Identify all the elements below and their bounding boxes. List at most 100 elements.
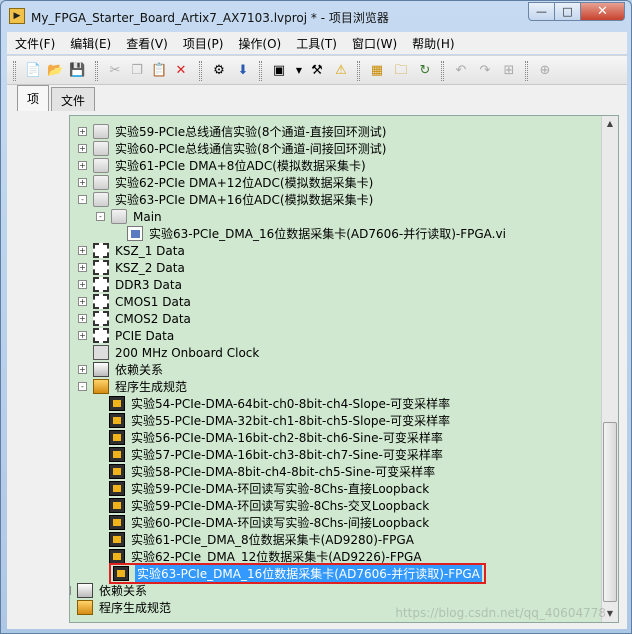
redo-icon[interactable]: ↷ [477,63,493,79]
tree-item[interactable]: + 实验61-PCIe DMA+8位ADC(模拟数据采集卡) [78,157,366,174]
tree-item[interactable]: + PCIE Data [78,327,174,344]
tree-item[interactable]: 实验63-PCIe_DMA_16位数据采集卡(AD7606-并行读取)-FPGA… [112,225,506,242]
toolbar-separator [357,61,360,81]
vertical-scrollbar[interactable]: ▲ ▼ [601,116,618,622]
bitfile-icon [109,481,125,496]
copy-icon[interactable]: ❐ [129,63,145,79]
expand-icon[interactable]: + [78,127,87,136]
build-icon[interactable]: ⚒ [309,63,325,79]
menu-edit[interactable]: 编辑(E) [70,35,111,52]
expand-icon[interactable]: + [78,365,87,374]
menu-file[interactable]: 文件(F) [15,35,55,52]
tree-item[interactable]: 实验58-PCIe-DMA-8bit-ch4-8bit-ch5-Sine-可变采… [94,463,435,480]
menu-project[interactable]: 项目(P) [183,35,224,52]
tree-item[interactable]: 200 MHz Onboard Clock [78,344,259,361]
add-icon[interactable]: ⊕ [537,63,553,79]
tree-item-label: 实验61-PCIe_DMA_8位数据采集卡(AD9280)-FPGA [131,533,414,547]
tree-item[interactable]: + CMOS1 Data [78,293,191,310]
tree-item[interactable]: - Main [96,208,162,225]
expand-icon[interactable]: + [78,263,87,272]
scroll-up-arrow-icon[interactable]: ▲ [602,116,618,132]
menu-operate[interactable]: 操作(O) [238,35,281,52]
scroll-thumb[interactable] [603,422,617,602]
expand-icon[interactable]: + [78,314,87,323]
expand-icon[interactable]: + [78,144,87,153]
tree-item-label: 实验55-PCIe-DMA-32bit-ch1-8bit-ch5-Slope-可… [131,414,451,428]
tree-item[interactable]: 实验57-PCIe-DMA-16bit-ch3-8bit-ch7-Sine-可变… [94,446,443,463]
save-icon[interactable]: 💾 [69,63,85,79]
tree-item[interactable]: 实验54-PCIe-DMA-64bit-ch0-8bit-ch4-Slope-可… [94,395,450,412]
collapse-icon[interactable]: - [78,195,87,204]
clock-icon [93,345,109,360]
expand-icon[interactable]: + [78,161,87,170]
properties-icon[interactable]: ⚙ [211,63,227,79]
build-spec-icon [93,379,109,394]
tab-files[interactable]: 文件 [51,87,96,111]
expand-icon[interactable]: + [70,586,71,595]
folder-icon [111,209,127,224]
tree-item[interactable]: + 依赖关系 [78,361,163,378]
chip-icon [93,294,109,309]
tree-item[interactable]: 实验55-PCIe-DMA-32bit-ch1-8bit-ch5-Slope-可… [94,412,450,429]
menu-window[interactable]: 窗口(W) [352,35,397,52]
tree-item[interactable]: 程序生成规范 [70,599,171,616]
tree-item[interactable]: 实验59-PCIe-DMA-环回读写实验-8Chs-交叉Loopback [94,497,429,514]
refresh-icon[interactable]: ↻ [417,63,433,79]
new-icon[interactable]: 📄 [25,63,41,79]
tab-items[interactable]: 项 [17,85,50,111]
collapse-icon[interactable]: - [78,382,87,391]
tree-item[interactable]: 实验60-PCIe-DMA-环回读写实验-8Chs-间接Loopback [94,514,429,531]
expand-icon[interactable]: + [78,297,87,306]
tree-item-label: 200 MHz Onboard Clock [115,345,260,360]
tree-item-label: 实验56-PCIe-DMA-16bit-ch2-8bit-ch6-Sine-可变… [131,431,443,445]
collapse-icon[interactable]: - [96,212,105,221]
folder-icon [93,158,109,173]
cut-icon[interactable]: ✂ [107,63,123,79]
labview-project-icon: ▶ [9,8,25,24]
open-icon[interactable]: 📂 [47,63,63,79]
bitfile-icon [113,566,129,581]
tree-item-label: 实验59-PCIe总线通信实验(8个通道-直接回环测试) [115,125,387,139]
deploy-icon[interactable]: ⬇ [235,63,251,79]
view-menu-icon[interactable]: ▣ [271,63,287,79]
tree-item[interactable]: + 实验62-PCIe DMA+12位ADC(模拟数据采集卡) [78,174,373,191]
title-bar[interactable]: ▶ My_FPGA_Starter_Board_Artix7_AX7103.lv… [1,1,631,31]
tree-item[interactable]: - 程序生成规范 [78,378,187,395]
tree-item[interactable]: + CMOS2 Data [78,310,191,327]
delete-icon[interactable]: ✕ [173,63,189,79]
minimize-button[interactable]: — [528,2,555,21]
tree-item[interactable]: + KSZ_1 Data [78,242,185,259]
expand-icon[interactable]: + [78,331,87,340]
menu-view[interactable]: 查看(V) [126,35,168,52]
tree-item[interactable]: + 实验59-PCIe总线通信实验(8个通道-直接回环测试) [78,123,386,140]
build-spec-icon [77,600,93,615]
tree-item[interactable]: + 实验60-PCIe总线通信实验(8个通道-间接回环测试) [78,140,386,157]
expand-all-icon[interactable]: ⊞ [501,63,517,79]
toolbar-separator [525,61,528,81]
tree-item[interactable]: - 实验63-PCIe DMA+16位ADC(模拟数据采集卡) [78,191,373,208]
warning-icon[interactable]: ⚠ [333,63,349,79]
tree-item[interactable]: 实验59-PCIe-DMA-环回读写实验-8Chs-直接Loopback [94,480,429,497]
maximize-button[interactable]: □ [555,2,581,21]
expand-icon[interactable]: + [78,246,87,255]
expand-icon[interactable]: + [78,178,87,187]
folder-icon[interactable]: 🗀 [393,63,409,79]
expand-icon[interactable]: + [78,280,87,289]
tree-item[interactable]: + KSZ_2 Data [78,259,185,276]
close-button[interactable]: ✕ [581,2,625,21]
paste-icon[interactable]: 📋 [151,63,167,79]
tree-item[interactable]: 实验56-PCIe-DMA-16bit-ch2-8bit-ch6-Sine-可变… [94,429,443,446]
tree-item[interactable]: + 依赖关系 [70,582,147,599]
tree-item-selected[interactable]: 实验63-PCIe_DMA_16位数据采集卡(AD7606-并行读取)-FPGA [94,563,486,584]
organize-icon[interactable]: ▦ [369,63,385,79]
tree-item[interactable]: 实验61-PCIe_DMA_8位数据采集卡(AD9280)-FPGA [94,531,414,548]
undo-icon[interactable]: ↶ [453,63,469,79]
chevron-down-icon[interactable]: ▼ [291,63,307,79]
toolbar-separator [441,61,444,81]
menu-tools[interactable]: 工具(T) [296,35,337,52]
menu-help[interactable]: 帮助(H) [412,35,454,52]
tree-item[interactable]: + DDR3 Data [78,276,182,293]
tree-item-label: 实验63-PCIe_DMA_16位数据采集卡(AD7606-并行读取)-FPGA… [149,227,506,241]
toolbar-grip[interactable] [13,61,16,81]
bitfile-icon [109,549,125,564]
